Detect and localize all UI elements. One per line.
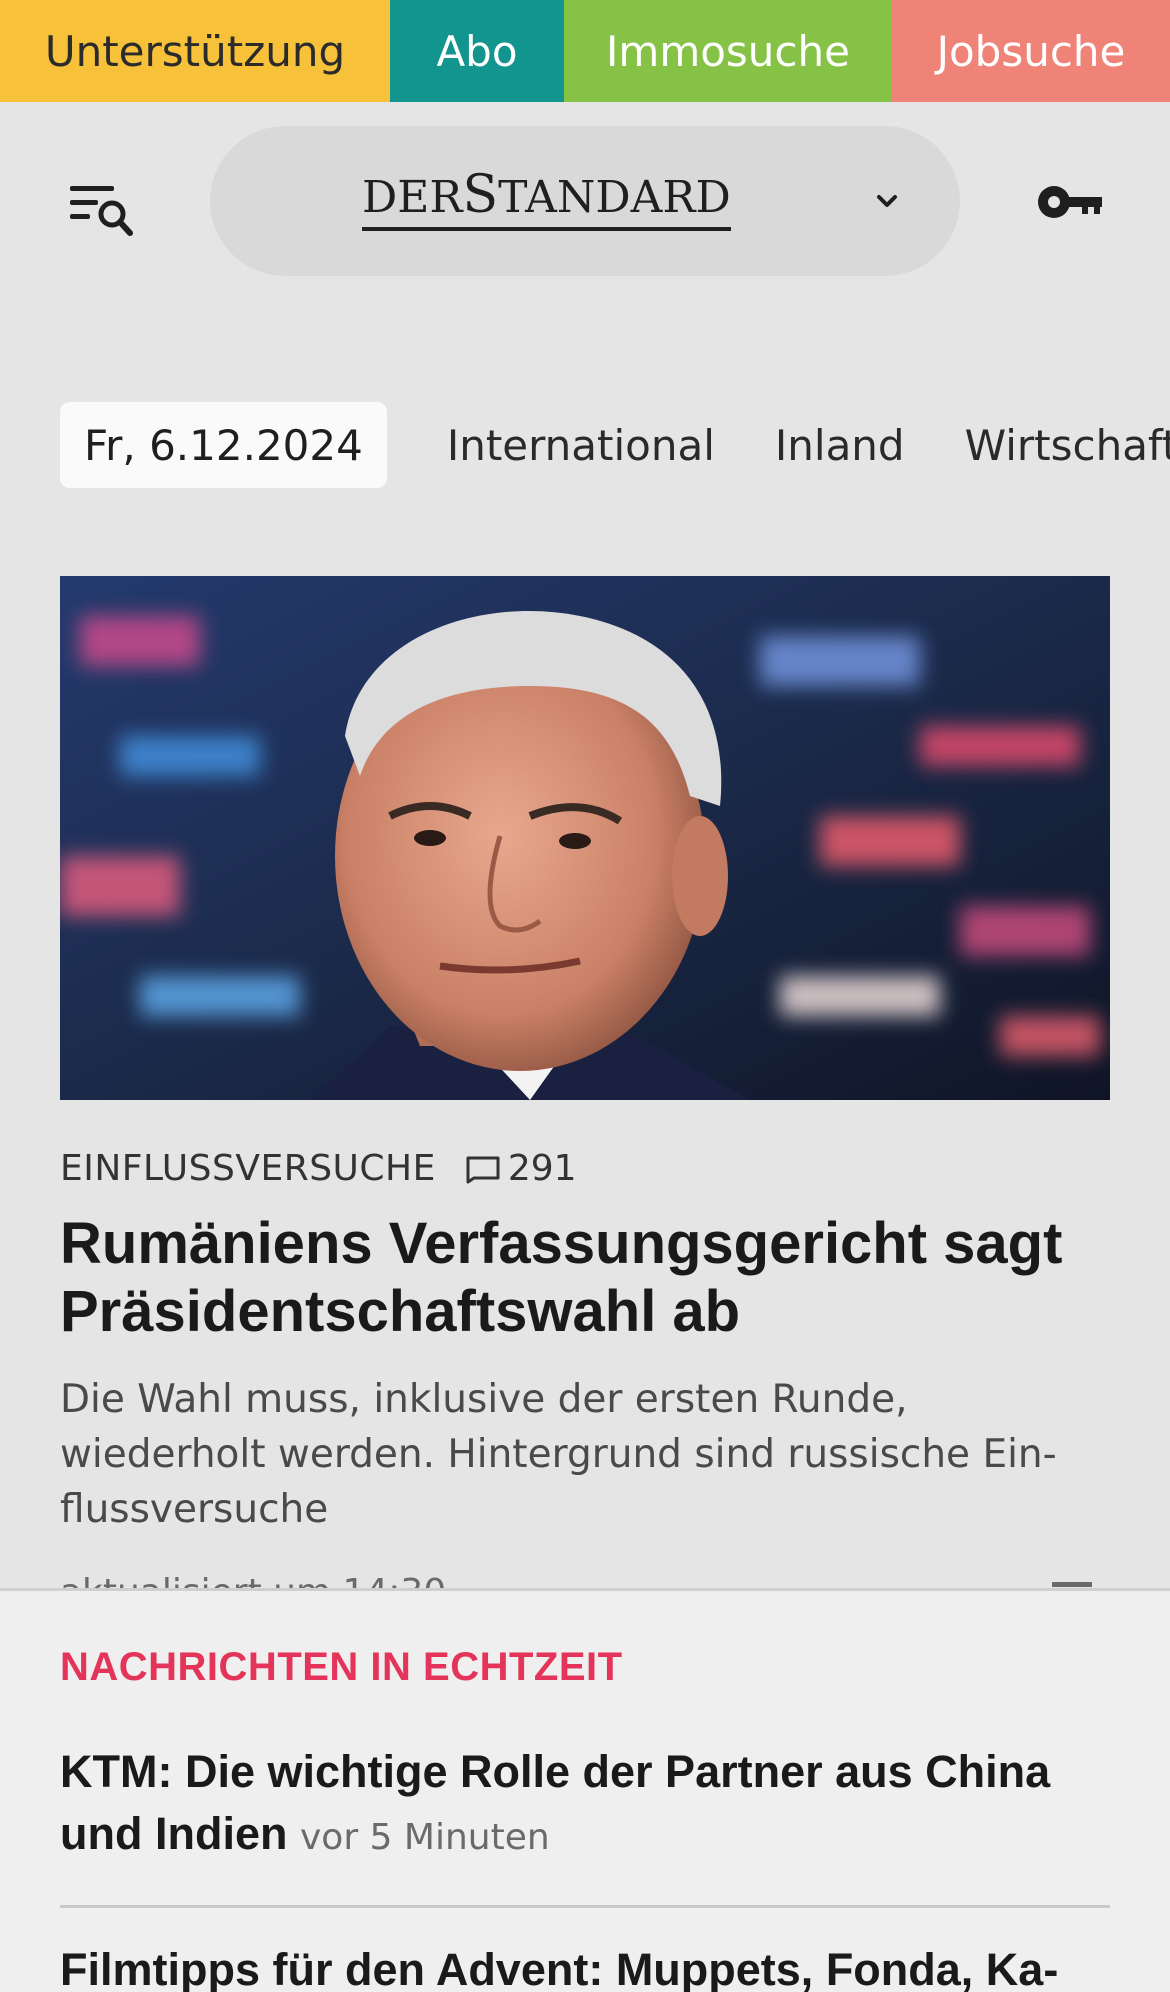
hero-image[interactable] [60,576,1110,1100]
header-and-hero: DERSTANDARD Fr, 6.12.2024 International … [0,102,1170,1624]
menu-search-icon[interactable] [70,180,140,240]
hero-teaser: Die Wahl muss, inklusive der ersten Rund… [60,1377,1057,1532]
list-item[interactable]: Filmtipps für den Advent: Muppets, Fonda… [60,1939,1110,1992]
live-section-title: NACHRICHTEN IN ECHTZEIT [60,1645,623,1689]
key-icon[interactable] [1036,172,1106,232]
section-nav: Fr, 6.12.2024 International Inland Wirts… [60,402,1170,488]
logo-dropdown[interactable]: DERSTANDARD [210,126,960,276]
date-chip[interactable]: Fr, 6.12.2024 [60,402,387,488]
list-item[interactable]: KTM: Die wichtige Rolle der Partner aus … [60,1741,1110,1869]
nav-item-wirtschaft[interactable]: Wirtschaft [965,421,1170,470]
jobsuche-link[interactable]: Jobsuche [892,0,1170,102]
list-item-title: Filmtipps für den Advent: Muppets, Fonda… [60,1944,1059,1992]
hero-kicker: EINFLUSSVERSUCHE [60,1148,436,1189]
comment-count-value: 291 [507,1148,577,1189]
top-service-bar: Unterstützung Abo Immosuche Jobsuche [0,0,1170,102]
support-link[interactable]: Unterstützung [0,0,390,102]
site-logo: DERSTANDARD [362,168,731,231]
list-item-title: KTM: Die wichtige Rolle der Partner aus … [60,1746,1051,1859]
divider [60,1905,1110,1908]
nav-item-inland[interactable]: Inland [775,421,905,470]
site-header: DERSTANDARD [0,102,1170,298]
list-item-time: vor 5 Minuten [299,1817,550,1858]
hero-headline[interactable]: Rumäniens Verfassungsgericht sagt Präsid… [60,1210,1140,1346]
abo-link[interactable]: Abo [390,0,564,102]
nav-item-international[interactable]: International [447,421,715,470]
comment-icon [466,1156,500,1183]
live-news-section: NACHRICHTEN IN ECHTZEIT KTM: Die wichtig… [0,1588,1170,1992]
hero-meta: EINFLUSSVERSUCHE 291 [60,1148,577,1189]
chevron-down-icon [877,195,897,207]
comment-count[interactable]: 291 [464,1148,577,1189]
immosuche-link[interactable]: Immosuche [564,0,892,102]
